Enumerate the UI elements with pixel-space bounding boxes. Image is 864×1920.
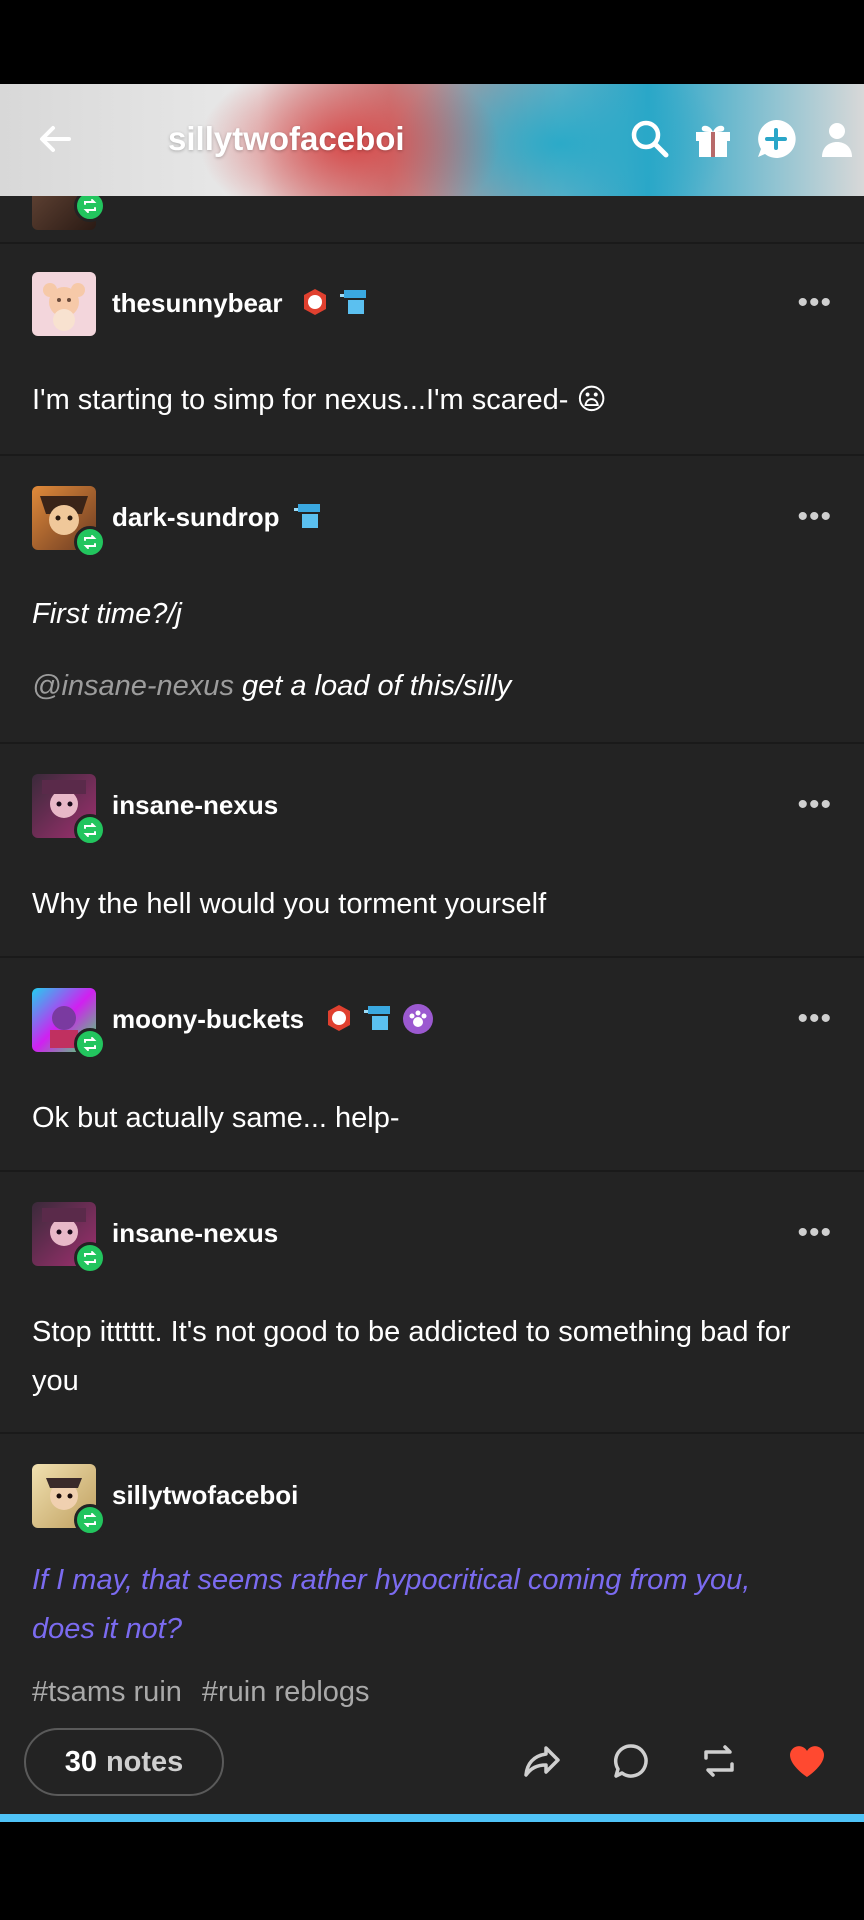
post-text: First time?/j (32, 598, 182, 630)
post-thread: thesunnybear ••• I'm starting to simp fo… (0, 196, 864, 1814)
back-arrow-icon[interactable] (30, 114, 80, 164)
post-text-rest: get a load of this/silly (233, 670, 512, 702)
reblog-badge-icon (74, 196, 106, 222)
post-text: Ok but actually same... help- (32, 1102, 400, 1134)
robot-badge-icon (338, 286, 370, 323)
more-options-icon[interactable]: ••• (797, 1216, 832, 1250)
reblog-badge-icon (74, 1504, 106, 1536)
reblog-badge-icon (74, 1242, 106, 1274)
reblog-item: dark-sundrop ••• First time?/j @insane-n… (0, 456, 864, 744)
reblog-badge-icon (74, 1028, 106, 1060)
search-icon[interactable] (625, 114, 675, 164)
reblog-badge-icon (74, 526, 106, 558)
robot-badge-icon (362, 1002, 394, 1039)
paw-badge-icon (402, 1003, 434, 1040)
badge-icon (300, 287, 330, 322)
robot-badge-icon (292, 500, 324, 537)
notes-label: notes (105, 1745, 184, 1778)
more-options-icon[interactable]: ••• (797, 286, 832, 320)
reblog-badge-icon (74, 814, 106, 846)
username[interactable]: sillytwofaceboi (112, 1480, 298, 1511)
status-bar (0, 0, 864, 84)
notes-button[interactable]: 30 notes (24, 1728, 224, 1796)
blog-title[interactable]: sillytwofaceboi (168, 120, 405, 158)
original-post: sillytwofaceboi If I may, that seems rat… (0, 1434, 864, 1674)
tag[interactable]: #ruin reblogs (202, 1676, 370, 1708)
reblog-item: thesunnybear ••• I'm starting to simp fo… (0, 242, 864, 456)
username[interactable]: moony-buckets (112, 1004, 304, 1035)
tag[interactable]: #tsams ruin (32, 1676, 182, 1708)
like-heart-icon[interactable] (784, 1738, 830, 1784)
gift-icon[interactable] (688, 114, 738, 164)
truncated-post (0, 196, 864, 244)
tag-list: #tsams ruin #ruin reblogs (32, 1676, 390, 1709)
reblog-icon[interactable] (696, 1738, 742, 1784)
account-icon[interactable] (812, 114, 862, 164)
post-text-line: @insane-nexus get a load of this/silly (32, 662, 832, 711)
post-text: Why the hell would you torment yourself (32, 888, 547, 920)
badge-icon (324, 1003, 354, 1038)
more-options-icon[interactable]: ••• (797, 1002, 832, 1036)
more-options-icon[interactable]: ••• (797, 788, 832, 822)
system-nav-area (0, 1822, 864, 1920)
accent-divider (0, 1814, 864, 1822)
more-options-icon[interactable]: ••• (797, 500, 832, 534)
username[interactable]: thesunnybear (112, 288, 283, 319)
comment-icon[interactable] (608, 1738, 654, 1784)
username[interactable]: dark-sundrop (112, 502, 280, 533)
notes-count: 30 (64, 1745, 97, 1778)
post-text: I'm starting to simp for nexus...I'm sca… (32, 384, 607, 416)
post-text: Stop itttttt. It's not good to be addict… (32, 1316, 791, 1397)
new-message-icon[interactable] (751, 114, 801, 164)
mention-link[interactable]: @insane-nexus (32, 670, 234, 702)
username[interactable]: insane-nexus (112, 790, 278, 821)
reblog-item: moony-buckets ••• Ok but actually same..… (0, 958, 864, 1172)
share-icon[interactable] (520, 1738, 566, 1784)
post-text: If I may, that seems rather hypocritical… (32, 1564, 751, 1645)
reblog-item: insane-nexus ••• Stop itttttt. It's not … (0, 1172, 864, 1434)
reblog-item: insane-nexus ••• Why the hell would you … (0, 744, 864, 958)
avatar[interactable] (32, 272, 96, 336)
username[interactable]: insane-nexus (112, 1218, 278, 1249)
blog-header: sillytwofaceboi (0, 84, 864, 196)
